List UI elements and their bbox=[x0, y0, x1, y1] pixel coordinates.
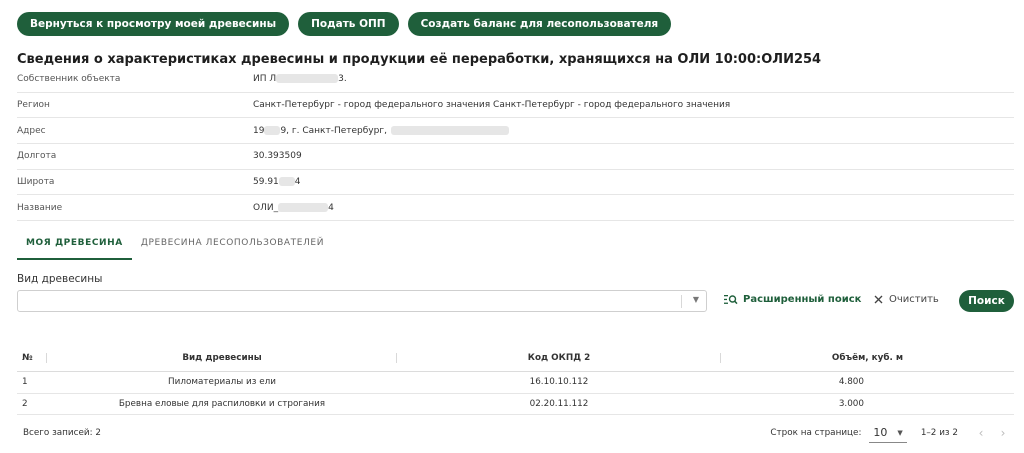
cell-wood-type: Пиломатериалы из ели bbox=[168, 377, 276, 388]
info-row-owner: Собственник объекта ИП Л 3. bbox=[17, 67, 1014, 93]
rows-per-page-select[interactable]: 10 ▼ bbox=[869, 423, 907, 443]
object-info: Собственник объекта ИП Л 3. Регион Санкт-… bbox=[17, 67, 1014, 222]
advanced-search-button[interactable]: Расширенный поиск bbox=[724, 294, 861, 305]
info-row-longitude: Долгота 30.393509 bbox=[17, 144, 1014, 170]
column-header-label: № bbox=[22, 352, 33, 363]
rows-per-page-label: Строк на странице: bbox=[770, 428, 862, 438]
longitude-value: 30.393509 bbox=[253, 151, 302, 162]
info-row-region: Регион Санкт-Петербург - город федеральн… bbox=[17, 93, 1014, 119]
filter-search-icon bbox=[724, 295, 738, 305]
column-header-number: № bbox=[17, 344, 47, 371]
column-header-wood-type[interactable]: Вид древесины bbox=[47, 344, 397, 371]
wood-table: № Вид древесины Код ОКПД 2 Объём, куб. м… bbox=[17, 344, 1014, 415]
cell-number: 2 bbox=[22, 398, 28, 409]
tab-my-wood[interactable]: МОЯ ДРЕВЕСИНА bbox=[17, 232, 132, 260]
clear-label: Очистить bbox=[889, 294, 939, 305]
total-records: Всего записей: 2 bbox=[23, 428, 101, 438]
tab-users-wood[interactable]: ДРЕВЕСИНА ЛЕСОПОЛЬЗОВАТЕЛЕЙ bbox=[132, 232, 333, 260]
page-range: 1–2 из 2 bbox=[920, 428, 958, 438]
info-row-address: Адрес 19 9, г. Санкт-Петербург, bbox=[17, 118, 1014, 145]
owner-label: Собственник объекта bbox=[17, 74, 121, 85]
table-row[interactable]: 2 Бревна еловые для распиловки и строган… bbox=[17, 394, 1014, 415]
info-row-name: Название ОЛИ_ 4 bbox=[17, 195, 1014, 222]
column-header-okpd[interactable]: Код ОКПД 2 bbox=[397, 344, 721, 371]
chevron-down-icon: ▼ bbox=[897, 428, 903, 437]
address-value-end: 9, г. Санкт-Петербург, bbox=[280, 125, 387, 136]
redacted-block bbox=[278, 177, 295, 187]
latitude-value-end: 4 bbox=[294, 177, 301, 188]
select-divider bbox=[681, 295, 682, 308]
latitude-label: Широта bbox=[17, 177, 55, 188]
search-button[interactable]: Поиск bbox=[959, 290, 1014, 312]
wood-type-select[interactable]: ▼ bbox=[17, 290, 707, 312]
advanced-search-label: Расширенный поиск bbox=[743, 294, 862, 305]
address-value-start: 19 bbox=[253, 125, 265, 136]
page-title: Сведения о характеристиках древесины и п… bbox=[17, 52, 822, 67]
back-to-my-wood-button[interactable]: Вернуться к просмотру моей древесины bbox=[17, 12, 290, 36]
clear-button[interactable]: Очистить bbox=[874, 294, 939, 305]
longitude-label: Долгота bbox=[17, 151, 57, 162]
cell-okpd: 16.10.10.112 bbox=[529, 377, 589, 388]
address-value: 19 9, г. Санкт-Петербург, bbox=[253, 125, 509, 136]
wood-type-label: Вид древесины bbox=[17, 273, 103, 285]
chevron-left-icon[interactable]: ‹ bbox=[970, 426, 992, 440]
cell-number: 1 bbox=[22, 377, 28, 388]
column-header-volume[interactable]: Объём, куб. м bbox=[721, 344, 1014, 371]
table-row[interactable]: 1 Пиломатериалы из ели 16.10.10.112 4.80… bbox=[17, 372, 1014, 394]
latitude-value-start: 59.91 bbox=[253, 177, 279, 188]
column-header-label: Вид древесины bbox=[182, 352, 262, 363]
column-header-label: Объём, куб. м bbox=[831, 352, 904, 363]
name-value: ОЛИ_ 4 bbox=[253, 202, 334, 213]
name-label: Название bbox=[17, 202, 63, 213]
table-header: № Вид древесины Код ОКПД 2 Объём, куб. м bbox=[17, 344, 1014, 372]
cell-okpd: 02.20.11.112 bbox=[529, 398, 589, 409]
cell-volume: 3.000 bbox=[838, 398, 864, 409]
owner-value-end: 3. bbox=[338, 74, 347, 85]
table-footer: Всего записей: 2 Строк на странице: 10 ▼… bbox=[17, 418, 1014, 448]
create-balance-button[interactable]: Создать баланс для лесопользователя bbox=[407, 12, 672, 36]
column-header-label: Код ОКПД 2 bbox=[527, 352, 591, 363]
address-label: Адрес bbox=[17, 125, 46, 136]
cell-wood-type: Бревна еловые для распиловки и строгания bbox=[118, 398, 326, 409]
redacted-block bbox=[278, 202, 329, 212]
owner-value: ИП Л 3. bbox=[253, 74, 347, 84]
region-label: Регион bbox=[17, 100, 50, 111]
chevron-down-icon[interactable]: ▼ bbox=[693, 295, 699, 304]
close-icon bbox=[874, 295, 883, 304]
latitude-value: 59.91 4 bbox=[253, 177, 301, 187]
name-value-end: 4 bbox=[328, 202, 334, 213]
submit-opp-button[interactable]: Подать ОПП bbox=[298, 12, 399, 36]
region-value: Санкт-Петербург - город федерального зна… bbox=[253, 100, 731, 111]
chevron-right-icon[interactable]: › bbox=[992, 426, 1014, 440]
info-row-latitude: Широта 59.91 4 bbox=[17, 170, 1014, 196]
redacted-block bbox=[264, 125, 281, 135]
cell-volume: 4.800 bbox=[838, 377, 864, 388]
tabs: МОЯ ДРЕВЕСИНА ДРЕВЕСИНА ЛЕСОПОЛЬЗОВАТЕЛЕ… bbox=[17, 232, 333, 260]
redacted-block bbox=[390, 125, 509, 135]
redacted-block bbox=[276, 74, 339, 84]
rows-per-page-value: 10 bbox=[873, 426, 888, 439]
toolbar: Вернуться к просмотру моей древесины Под… bbox=[17, 12, 672, 36]
owner-value-start: ИП Л bbox=[253, 74, 277, 85]
name-value-start: ОЛИ_ bbox=[253, 202, 279, 213]
